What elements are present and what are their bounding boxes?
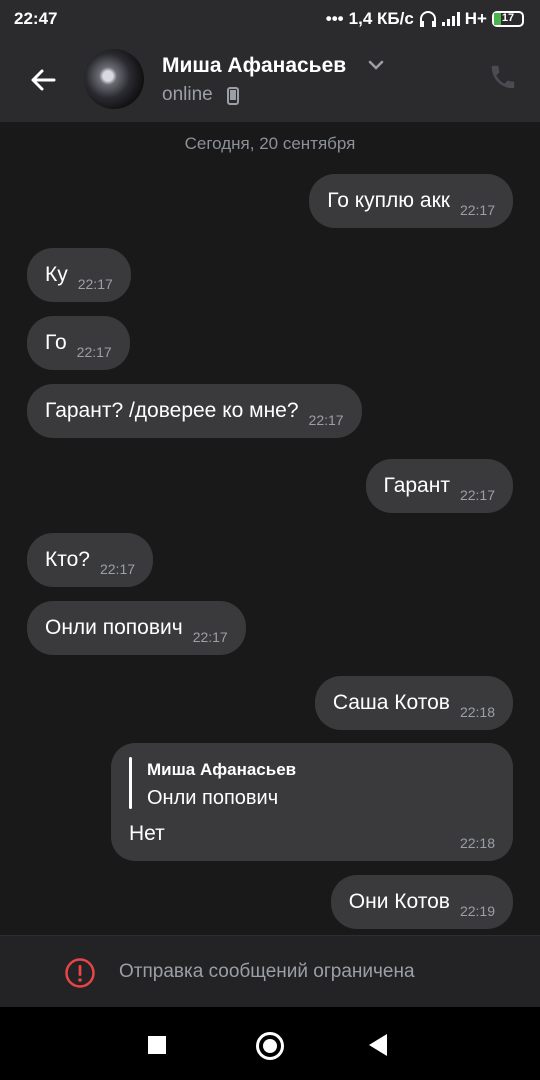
message-out-reply[interactable]: Миша Афанасьев Онли попович Нет 22:18 (111, 743, 513, 861)
status-bar: 22:47 ••• 1,4 КБ/с H+ 17 (0, 0, 540, 38)
chevron-down-icon[interactable] (368, 60, 384, 70)
alert-circle-icon (65, 958, 95, 988)
status-indicators: ••• 1,4 КБ/с H+ 17 (326, 9, 524, 29)
message-time: 22:17 (77, 276, 113, 292)
message-in[interactable]: Ку 22:17 (27, 248, 131, 302)
signal-icon (441, 12, 460, 26)
message-text: Нет (129, 822, 165, 845)
network-type: H+ (464, 9, 487, 28)
message-out[interactable]: Гарант 22:17 (365, 459, 513, 513)
message-text: Го куплю акк (327, 189, 450, 212)
battery-icon: 17 (492, 11, 524, 27)
phone-icon[interactable] (488, 62, 518, 92)
message-time: 22:17 (99, 561, 136, 577)
message-time: 22:17 (459, 487, 495, 503)
message-out[interactable]: Го куплю акк 22:17 (309, 174, 513, 228)
contact-status: online (162, 84, 213, 105)
message-in[interactable]: Кто? 22:17 (27, 533, 154, 587)
message-text: Они Котов (348, 890, 450, 913)
message-in[interactable]: Го 22:17 (27, 316, 130, 370)
dots-icon: ••• (325, 9, 344, 28)
message-text: Ку (45, 263, 68, 286)
message-text: Саша Котов (332, 691, 450, 714)
quoted-author[interactable]: Миша Афанасьев (147, 760, 296, 780)
message-time: 22:19 (459, 903, 495, 919)
back-icon[interactable] (369, 1034, 387, 1056)
message-text: Го (45, 331, 67, 354)
mobile-icon (227, 87, 239, 105)
message-time: 22:17 (459, 202, 495, 218)
status-time: 22:47 (14, 9, 58, 28)
message-text: Кто? (45, 548, 90, 571)
home-icon[interactable] (256, 1032, 284, 1060)
message-out[interactable]: Саша Котов 22:18 (314, 676, 513, 730)
date-separator: Сегодня, 20 сентября (184, 134, 356, 153)
message-time: 22:18 (459, 835, 495, 851)
message-time: 22:17 (192, 629, 228, 645)
message-text: Гарант (383, 474, 450, 497)
network-speed: 1,4 КБ/с (348, 9, 414, 28)
message-time: 22:17 (76, 344, 112, 360)
quote-bar (129, 757, 132, 809)
battery-level: 17 (501, 12, 515, 24)
chat-header: Миша Афанасьев online (0, 38, 540, 122)
system-nav-bar (0, 1007, 540, 1080)
message-time: 22:18 (459, 704, 495, 720)
restricted-text: Отправка сообщений ограничена (119, 961, 415, 982)
message-in[interactable]: Онли попович 22:17 (27, 601, 246, 655)
quoted-text[interactable]: Онли попович (147, 787, 278, 810)
back-arrow-icon[interactable] (24, 60, 64, 100)
message-in[interactable]: Гарант? /доверее ко мне? 22:17 (27, 384, 362, 438)
message-out[interactable]: Они Котов 22:19 (330, 875, 513, 929)
message-text: Онли попович (45, 616, 183, 639)
avatar[interactable] (84, 49, 144, 109)
message-time: 22:17 (308, 412, 344, 428)
headphones-icon (419, 11, 436, 27)
recent-apps-icon[interactable] (148, 1036, 166, 1054)
messaging-restricted-bar: Отправка сообщений ограничена (0, 935, 540, 1008)
contact-name[interactable]: Миша Афанасьев (162, 54, 346, 78)
message-text: Гарант? /доверее ко мне? (45, 399, 299, 422)
